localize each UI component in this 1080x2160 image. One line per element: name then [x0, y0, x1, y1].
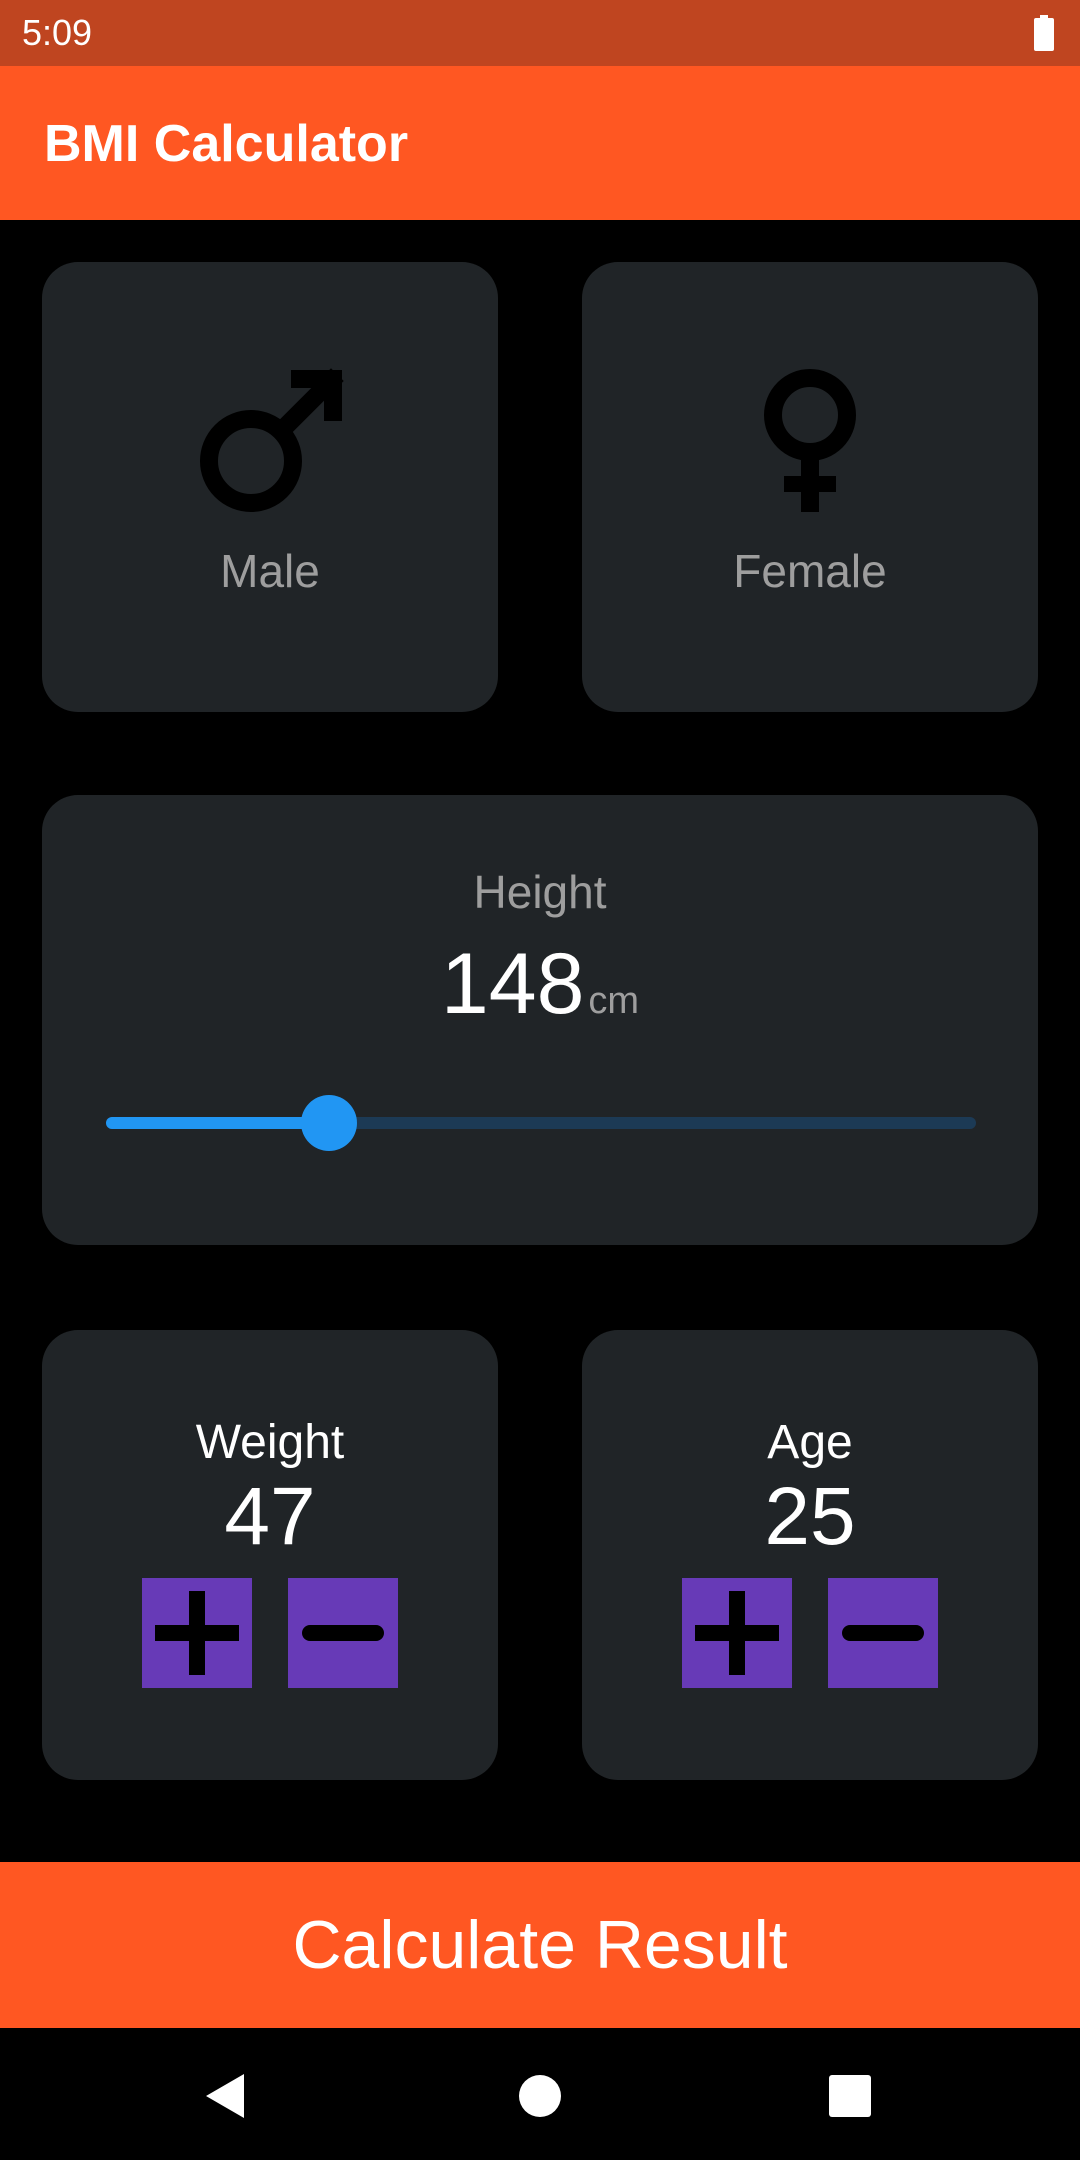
minus-icon — [842, 1625, 924, 1641]
plus-icon — [695, 1591, 779, 1675]
female-card[interactable]: Female — [582, 262, 1038, 712]
height-card: Height 148 cm — [42, 795, 1038, 1245]
home-icon[interactable] — [512, 2068, 568, 2124]
weight-minus-button[interactable] — [288, 1578, 398, 1688]
age-label: Age — [767, 1416, 853, 1469]
system-nav-bar — [0, 2028, 1080, 2160]
battery-full-icon — [1034, 15, 1054, 51]
age-value: 25 — [764, 1471, 856, 1562]
weight-label: Weight — [195, 1416, 345, 1469]
status-bar: 5:09 — [0, 0, 1080, 66]
female-label: Female — [733, 545, 887, 597]
app-title: BMI Calculator — [44, 115, 409, 173]
height-readout: 148 cm — [42, 935, 1038, 1034]
recents-icon[interactable] — [822, 2068, 878, 2124]
app-bar: BMI Calculator — [0, 66, 1080, 220]
female-symbol-icon — [764, 369, 856, 512]
weight-card: Weight 47 — [42, 1330, 498, 1780]
male-symbol-icon — [200, 368, 344, 512]
height-unit: cm — [588, 980, 640, 1022]
plus-icon — [155, 1591, 239, 1675]
back-icon[interactable] — [198, 2068, 254, 2124]
calculate-result-button[interactable]: Calculate Result — [0, 1862, 1080, 2028]
slider-active-track — [106, 1117, 329, 1129]
minus-icon — [302, 1625, 384, 1641]
height-slider[interactable] — [106, 1095, 976, 1151]
slider-thumb[interactable] — [300, 1095, 357, 1151]
weight-plus-button[interactable] — [142, 1578, 252, 1688]
status-time: 5:09 — [22, 12, 93, 53]
male-card[interactable]: Male — [42, 262, 498, 712]
weight-value: 47 — [224, 1471, 316, 1562]
age-minus-button[interactable] — [828, 1578, 938, 1688]
age-plus-button[interactable] — [682, 1578, 792, 1688]
male-label: Male — [220, 545, 320, 597]
height-title: Height — [473, 866, 607, 918]
height-value: 148 — [440, 936, 585, 1032]
age-card: Age 25 — [582, 1330, 1038, 1780]
